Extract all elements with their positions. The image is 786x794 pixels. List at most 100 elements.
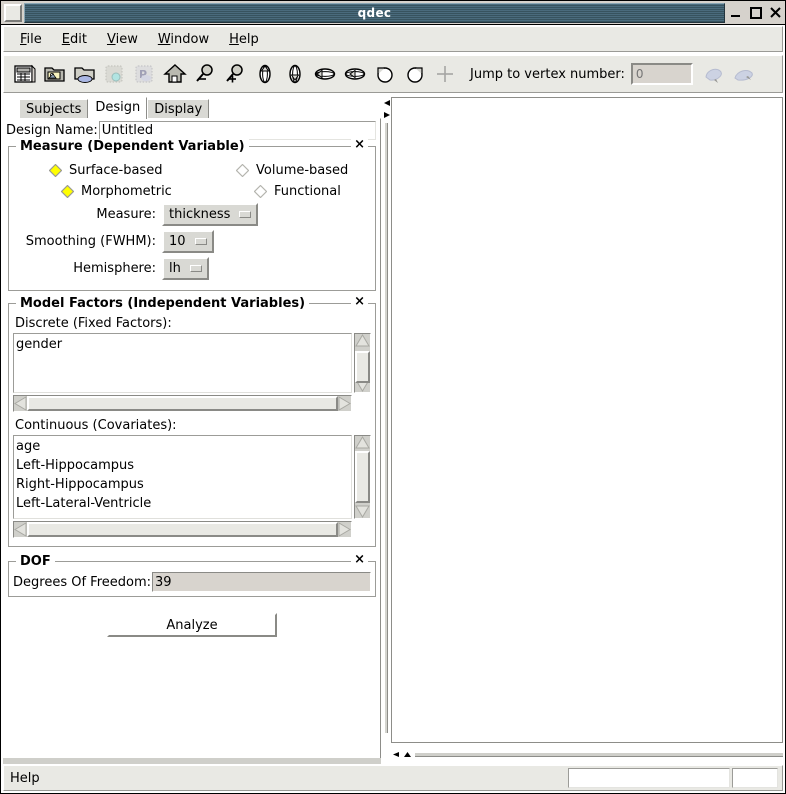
maximize-icon[interactable] xyxy=(747,4,764,22)
discrete-hscroll-thumb[interactable] xyxy=(27,396,338,411)
radio-volume-based[interactable]: Volume-based xyxy=(192,163,371,178)
save-folder-icon[interactable] xyxy=(70,59,100,89)
hemisphere-dropdown[interactable]: lh xyxy=(162,257,209,280)
hemisphere-label: Hemisphere: xyxy=(13,261,156,276)
rotate-z-cw-icon[interactable] xyxy=(400,59,430,89)
radio-functional[interactable]: Functional xyxy=(192,184,371,199)
dof-group-close-icon[interactable]: × xyxy=(351,553,368,567)
measure-group: Measure (Dependent Variable) × Surface-b… xyxy=(8,146,376,291)
continuous-hscroll-trough[interactable] xyxy=(27,522,338,537)
measure-group-close-icon[interactable]: × xyxy=(351,138,368,152)
analyze-button[interactable]: Analyze xyxy=(107,613,277,637)
model-factors-group-close-icon[interactable]: × xyxy=(351,295,368,309)
tab-display[interactable]: Display xyxy=(147,99,209,119)
status-bar: Help xyxy=(3,765,783,791)
discrete-factors-label: Discrete (Fixed Factors): xyxy=(15,316,371,331)
design-name-input[interactable] xyxy=(99,121,376,140)
rotate-x-down-icon[interactable] xyxy=(280,59,310,89)
radio-surface-based-label: Surface-based xyxy=(69,163,162,178)
render-hscroll-trough[interactable] xyxy=(415,752,783,757)
continuous-scroll-trough[interactable] xyxy=(355,449,370,505)
dof-group: DOF × Degrees Of Freedom: xyxy=(8,561,376,597)
dof-value-field[interactable] xyxy=(152,572,371,592)
zoom-in-icon[interactable] xyxy=(220,59,250,89)
smoothing-label: Smoothing (FWHM): xyxy=(13,234,156,249)
discrete-factors-listbox[interactable]: gender xyxy=(13,333,352,393)
list-item[interactable]: Left-Hippocampus xyxy=(16,456,351,475)
continuous-covariates-listwrap: age Left-Hippocampus Right-Hippocampus L… xyxy=(13,435,371,538)
open-folder-image-icon[interactable] xyxy=(40,59,70,89)
rotate-z-ccw-icon[interactable] xyxy=(370,59,400,89)
scroll-up-arrow-icon[interactable] xyxy=(355,436,370,449)
discrete-scroll-trough[interactable] xyxy=(355,347,370,379)
status-field-primary[interactable] xyxy=(568,768,730,788)
radio-morphometric[interactable]: Morphometric xyxy=(13,184,192,199)
render-scroll-left-icon[interactable] xyxy=(391,750,402,759)
render-view-horizontal-scrollbar[interactable] xyxy=(391,749,783,759)
window-menu-button[interactable] xyxy=(4,4,22,22)
save-label-icon[interactable]: P xyxy=(130,59,160,89)
dof-group-title: DOF xyxy=(16,554,55,569)
discrete-vertical-scrollbar[interactable] xyxy=(354,333,371,393)
continuous-scroll-thumb[interactable] xyxy=(355,451,370,503)
analyze-button-wrap: Analyze xyxy=(4,613,380,637)
menu-help[interactable]: Help xyxy=(219,30,269,49)
scroll-right-arrow-icon[interactable] xyxy=(338,522,351,537)
discrete-scroll-thumb[interactable] xyxy=(355,351,370,383)
smoothing-dropdown[interactable]: 10 xyxy=(162,230,214,253)
radio-diamond-unselected-icon xyxy=(236,164,249,177)
save-screenshot-icon[interactable] xyxy=(100,59,130,89)
rotate-y-left-icon[interactable] xyxy=(310,59,340,89)
list-item[interactable]: Right-Hippocampus xyxy=(16,475,351,494)
rotate-y-right-icon[interactable] xyxy=(340,59,370,89)
menu-window-label-rest: indow xyxy=(170,32,209,47)
tab-subjects[interactable]: Subjects xyxy=(19,99,88,119)
rotate-x-up-icon[interactable] xyxy=(250,59,280,89)
measure-label: Measure: xyxy=(13,207,156,222)
measure-dropdown[interactable]: thickness xyxy=(162,203,258,226)
list-item[interactable]: Left-Lateral-Ventricle xyxy=(16,494,351,513)
render-view-panel[interactable] xyxy=(391,97,783,743)
close-icon[interactable] xyxy=(767,4,784,22)
measure-dropdown-value: thickness xyxy=(169,207,230,222)
zoom-out-icon[interactable] xyxy=(190,59,220,89)
menu-window[interactable]: Window xyxy=(148,30,219,49)
scroll-left-arrow-icon[interactable] xyxy=(14,396,27,411)
title-bar: qdec xyxy=(1,1,786,25)
jump-to-vertex-input[interactable] xyxy=(631,63,693,85)
continuous-horizontal-scrollbar[interactable] xyxy=(13,521,352,538)
status-field-secondary[interactable] xyxy=(732,768,778,788)
home-view-icon[interactable] xyxy=(160,59,190,89)
list-item[interactable]: age xyxy=(16,437,351,456)
scroll-down-arrow-icon[interactable] xyxy=(355,505,370,518)
discrete-hscroll-trough[interactable] xyxy=(27,396,338,411)
menu-file[interactable]: File xyxy=(10,30,52,49)
scroll-right-arrow-icon[interactable] xyxy=(338,396,351,411)
tab-design[interactable]: Design xyxy=(88,97,147,119)
continuous-covariates-listbox[interactable]: age Left-Hippocampus Right-Hippocampus L… xyxy=(13,435,352,519)
brain-surface-next-icon[interactable] xyxy=(729,59,759,89)
continuous-vertical-scrollbar[interactable] xyxy=(354,435,371,519)
splitter-bar[interactable] xyxy=(384,123,388,733)
tab-display-label: Display xyxy=(154,102,202,117)
center-crosshair-icon[interactable] xyxy=(430,59,460,89)
menu-file-label-rest: ile xyxy=(27,32,42,47)
discrete-horizontal-scrollbar[interactable] xyxy=(13,395,352,412)
scroll-up-arrow-icon[interactable] xyxy=(355,334,370,347)
radio-morphometric-label: Morphometric xyxy=(81,184,172,199)
scroll-left-arrow-icon[interactable] xyxy=(14,522,27,537)
dropdown-indicator-icon xyxy=(195,238,207,245)
minimize-icon[interactable] xyxy=(727,4,744,22)
menu-view[interactable]: View xyxy=(97,30,148,49)
left-panel-horizontal-scrollbar[interactable] xyxy=(3,758,381,764)
load-data-table-icon[interactable] xyxy=(10,59,40,89)
hemisphere-field-row: Hemisphere: lh xyxy=(13,257,371,280)
render-scroll-up-icon[interactable] xyxy=(402,750,413,759)
smoothing-field-row: Smoothing (FWHM): 10 xyxy=(13,230,371,253)
menu-help-label-rest: elp xyxy=(239,32,259,47)
list-item[interactable]: gender xyxy=(16,335,351,354)
brain-surface-prev-icon[interactable] xyxy=(699,59,729,89)
menu-edit[interactable]: Edit xyxy=(52,30,97,49)
continuous-hscroll-thumb[interactable] xyxy=(27,522,338,537)
radio-surface-based[interactable]: Surface-based xyxy=(13,163,192,178)
